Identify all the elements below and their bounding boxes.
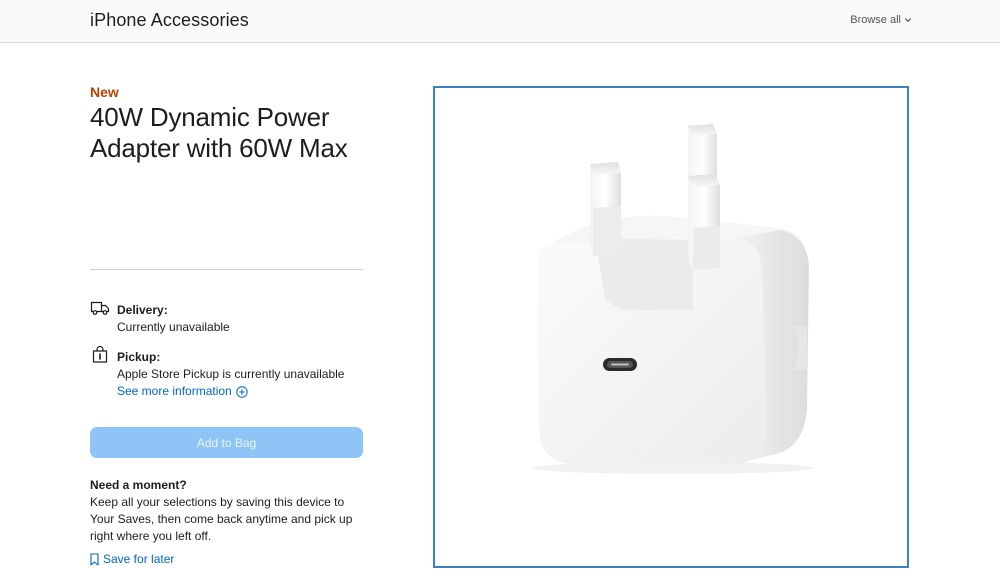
bag-icon — [92, 346, 108, 363]
product-header: New 40W Dynamic Power Adapter with 60W M… — [90, 84, 363, 164]
save-for-later-section: Need a moment? Keep all your selections … — [90, 478, 363, 545]
bookmark-icon — [90, 552, 99, 566]
chevron-down-icon — [904, 18, 912, 23]
save-for-later-link[interactable]: Save for later — [90, 552, 174, 566]
truck-icon — [90, 301, 110, 315]
pickup-label: Pickup: — [117, 350, 161, 364]
delivery-label: Delivery: — [117, 303, 168, 317]
plus-circle-icon — [236, 385, 248, 398]
save-for-later-label: Save for later — [103, 552, 175, 566]
browse-all-label: Browse all — [850, 14, 901, 26]
pickup-status: Apple Store Pickup is currently unavaila… — [117, 367, 345, 381]
save-description: Keep all your selections by saving this … — [90, 495, 353, 543]
need-a-moment-heading: Need a moment? — [90, 478, 187, 492]
product-image-gallery[interactable] — [433, 86, 909, 568]
new-badge: New — [90, 84, 119, 100]
see-more-info-link[interactable]: See more information — [117, 383, 248, 400]
product-title: 40W Dynamic Power Adapter with 60W Max — [90, 102, 348, 163]
see-more-info-label: See more information — [117, 384, 232, 398]
delivery-status: Currently unavailable — [117, 320, 230, 334]
divider — [90, 269, 363, 270]
power-adapter-image — [533, 124, 813, 474]
section-title[interactable]: iPhone Accessories — [90, 10, 249, 31]
top-nav-bar: iPhone Accessories Browse all — [0, 0, 1000, 43]
browse-all-button[interactable]: Browse all — [850, 14, 912, 26]
add-to-bag-button[interactable]: Add to Bag — [90, 427, 363, 458]
